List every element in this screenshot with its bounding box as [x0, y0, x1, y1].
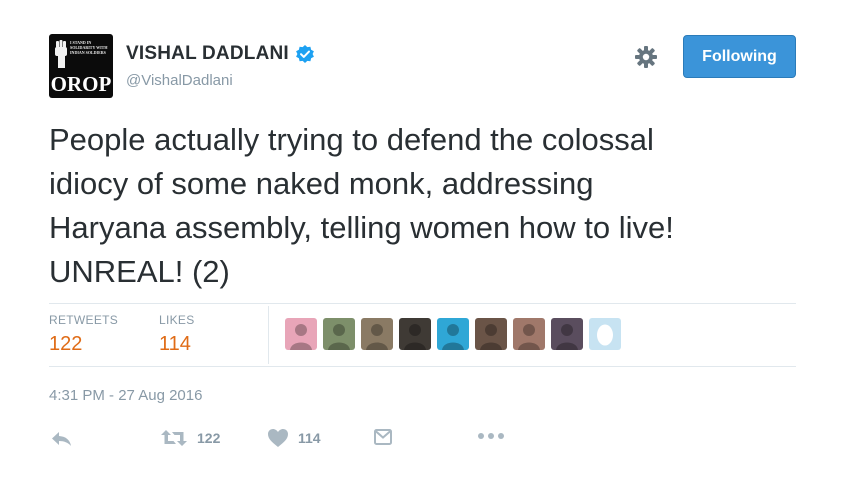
- more-button[interactable]: [477, 432, 505, 440]
- person-silhouette-icon: [442, 324, 464, 350]
- more-dots-icon: [478, 433, 504, 439]
- user-name-row[interactable]: VISHAL DADLANI: [126, 43, 315, 65]
- direct-message-icon: [374, 429, 392, 445]
- tweet-line: UNREAL! (2): [49, 254, 230, 289]
- tweet-line: Haryana assembly, telling women how to l…: [49, 210, 674, 245]
- reply-button[interactable]: [50, 430, 74, 448]
- direct-message-button[interactable]: [374, 428, 392, 446]
- person-silhouette-icon: [404, 324, 426, 350]
- liker-avatar-egg[interactable]: [589, 318, 621, 350]
- retweets-label: RETWEETS: [49, 313, 119, 327]
- person-silhouette-icon: [366, 324, 388, 350]
- person-silhouette-icon: [518, 324, 540, 350]
- tweet-timestamp[interactable]: 4:31 PM - 27 Aug 2016: [49, 387, 202, 404]
- raised-fist-icon: [55, 40, 67, 68]
- avatar-orop-text: OROP: [50, 72, 112, 96]
- liker-avatar-5[interactable]: [437, 318, 469, 350]
- tweet-text: People actually trying to defend the col…: [49, 118, 809, 294]
- egg-icon: [597, 324, 613, 346]
- person-silhouette-icon: [480, 324, 502, 350]
- stats-separator: [268, 306, 269, 364]
- liker-avatar-3[interactable]: [361, 318, 393, 350]
- like-count: 114: [298, 430, 321, 446]
- gear-icon[interactable]: [634, 45, 658, 69]
- person-silhouette-icon: [328, 324, 350, 350]
- likes-label: LIKES: [159, 313, 195, 327]
- reply-icon: [52, 432, 71, 446]
- following-button[interactable]: Following: [683, 35, 796, 78]
- tweet-line: idiocy of some naked monk, addressing: [49, 166, 594, 201]
- retweet-icon: [161, 430, 187, 446]
- stats-top-divider: [49, 303, 796, 304]
- stats-bottom-divider: [49, 366, 796, 367]
- user-handle[interactable]: @VishalDadlani: [126, 72, 233, 89]
- liker-avatar-6[interactable]: [475, 318, 507, 350]
- liker-avatars: [285, 318, 621, 350]
- retweet-count: 122: [197, 430, 221, 446]
- likes-stat[interactable]: LIKES 114: [159, 313, 195, 356]
- user-name[interactable]: VISHAL DADLANI: [126, 43, 289, 65]
- liker-avatar-1[interactable]: [285, 318, 317, 350]
- person-silhouette-icon: [556, 324, 578, 350]
- liker-avatar-8[interactable]: [551, 318, 583, 350]
- liker-avatar-2[interactable]: [323, 318, 355, 350]
- retweets-stat[interactable]: RETWEETS 122: [49, 313, 118, 356]
- verified-badge-icon: [296, 45, 314, 63]
- heart-icon: [268, 429, 288, 447]
- user-avatar[interactable]: I stand in solidarity with Indian soldie…: [49, 34, 113, 98]
- likes-count: 114: [159, 333, 191, 355]
- retweet-button[interactable]: 122: [160, 428, 220, 448]
- avatar-small-text: I stand in solidarity with Indian soldie…: [70, 40, 108, 55]
- liker-avatar-7[interactable]: [513, 318, 545, 350]
- person-silhouette-icon: [290, 324, 312, 350]
- liker-avatar-4[interactable]: [399, 318, 431, 350]
- like-button[interactable]: 114: [267, 428, 321, 448]
- retweets-count: 122: [49, 333, 83, 355]
- tweet-line: People actually trying to defend the col…: [49, 122, 654, 157]
